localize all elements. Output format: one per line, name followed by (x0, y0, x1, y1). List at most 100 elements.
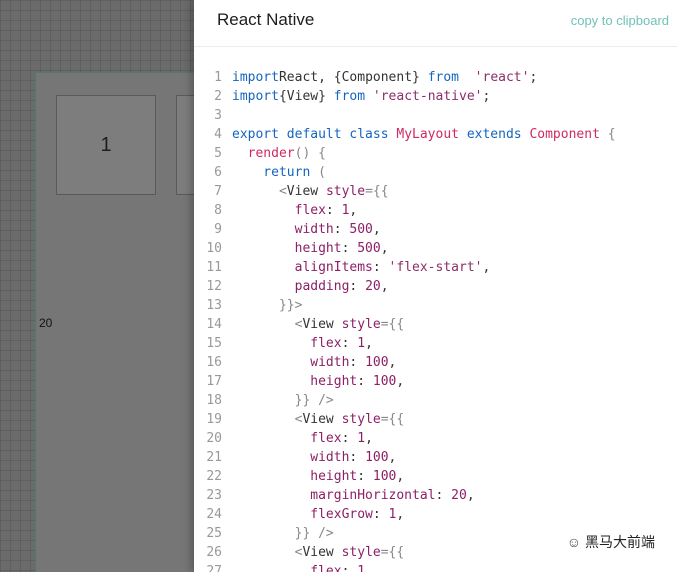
code-token: 100 (372, 469, 397, 484)
line-number: 3 (214, 108, 222, 123)
code-line: 18 }} /> (194, 391, 616, 410)
code-text: export default class MyLayout extends Co… (222, 125, 616, 144)
line-number: 6 (214, 165, 222, 180)
code-token: style (341, 412, 381, 427)
code-token: export default class (232, 127, 389, 142)
line-number: 15 (206, 336, 222, 351)
code-line: 14 <View style={{ (194, 315, 616, 334)
line-number: 5 (214, 146, 222, 161)
code-token: : (372, 507, 389, 522)
code-text: }} /> (222, 391, 334, 410)
code-token: ={{ (380, 545, 405, 560)
line-number: 1 (214, 70, 222, 85)
line-number: 2 (214, 89, 222, 104)
line-number: 23 (206, 488, 222, 503)
code-token: ={{ (365, 184, 389, 199)
code-text: return ( (222, 163, 326, 182)
code-token: Component (341, 70, 413, 85)
code-line: 25 }} /> (194, 524, 616, 543)
code-token: View (302, 412, 342, 427)
code-token: } (412, 70, 428, 85)
code-token: : (333, 222, 350, 237)
code-text: render() { (222, 144, 326, 163)
code-text: import{View} from 'react-native'; (222, 87, 490, 106)
line-number: 20 (206, 431, 222, 446)
watermark: ☺ 黑马大前端 (566, 532, 655, 552)
line-number: 24 (206, 507, 222, 522)
code-token: }}> (232, 298, 303, 313)
code-token: : (349, 450, 366, 465)
code-token: ( (310, 165, 326, 180)
code-token: alignItems (232, 260, 373, 275)
code-line: 5 render() { (194, 144, 616, 163)
wechat-icon: ☺ (566, 534, 581, 550)
code-token: }} /> (232, 393, 334, 408)
code-token: , (482, 260, 491, 275)
code-token: : (357, 374, 373, 389)
code-token: style (341, 317, 381, 332)
line-number: 7 (214, 184, 222, 199)
code-token: React, { (278, 70, 342, 85)
code-panel: React Native copy to clipboard 1 importRe… (194, 0, 677, 572)
code-line: 20 flex: 1, (194, 429, 616, 448)
code-line: 7 <View style={{ (194, 182, 616, 201)
line-number: 26 (206, 545, 222, 560)
code-text: <View style={{ (222, 543, 405, 562)
line-number: 27 (206, 564, 222, 572)
code-token: ={{ (380, 412, 405, 427)
code-token: 'flex-start' (388, 260, 483, 275)
code-token: , (365, 431, 373, 446)
code-token: 20 (451, 488, 467, 503)
line-number: 21 (206, 450, 222, 465)
code-text: <View style={{ (222, 182, 389, 201)
code-token: < (232, 184, 287, 199)
code-token: flex (232, 431, 342, 446)
code-text: height: 500, (222, 239, 389, 258)
code-token: width (232, 450, 350, 465)
code-token: flex (232, 336, 342, 351)
line-number: 19 (206, 412, 222, 427)
line-number: 12 (206, 279, 222, 294)
code-token: : (341, 336, 358, 351)
line-number: 18 (206, 393, 222, 408)
code-token: extends (459, 127, 522, 142)
code-token: ; (482, 89, 491, 104)
code-token: 'react-native' (365, 89, 483, 104)
code-token: }} /> (232, 526, 334, 541)
line-number: 13 (206, 298, 222, 313)
code-line: 19 <View style={{ (194, 410, 616, 429)
code-token: width (232, 222, 334, 237)
code-token: Component (521, 127, 600, 142)
preview-box-1[interactable]: 1 (56, 95, 156, 195)
code-token: : (349, 279, 366, 294)
code-token: 20 (365, 279, 381, 294)
code-line: 8 flex: 1, (194, 201, 616, 220)
code-token: < (232, 317, 303, 332)
code-text: flex: 1, (222, 429, 373, 448)
code-text: marginHorizontal: 20, (222, 486, 474, 505)
playground-canvas: 1 20 React Native copy to clipboard 1 imp… (0, 0, 677, 572)
code-text: }} /> (222, 524, 334, 543)
code-text: height: 100, (222, 467, 404, 486)
code-token: height (232, 469, 358, 484)
code-listing[interactable]: 1 importReact, {Component} from 'react'; 2… (194, 68, 616, 572)
code-token: < (232, 412, 303, 427)
code-token: 1 (357, 564, 366, 572)
code-token: , (388, 355, 397, 370)
code-token: ; (529, 70, 538, 85)
code-token: : (357, 469, 373, 484)
copy-to-clipboard-link[interactable]: copy to clipboard (571, 13, 669, 29)
code-token: , (365, 564, 373, 572)
code-token: width (232, 355, 350, 370)
code-line: 21 width: 100, (194, 448, 616, 467)
code-token: marginHorizontal (232, 488, 436, 503)
code-token: 1 (357, 336, 366, 351)
code-token: 100 (372, 374, 397, 389)
code-token: , (396, 507, 405, 522)
line-number: 8 (214, 203, 222, 218)
code-token: : (349, 355, 366, 370)
code-line: 22 height: 100, (194, 467, 616, 486)
code-line: 13 }}> (194, 296, 616, 315)
